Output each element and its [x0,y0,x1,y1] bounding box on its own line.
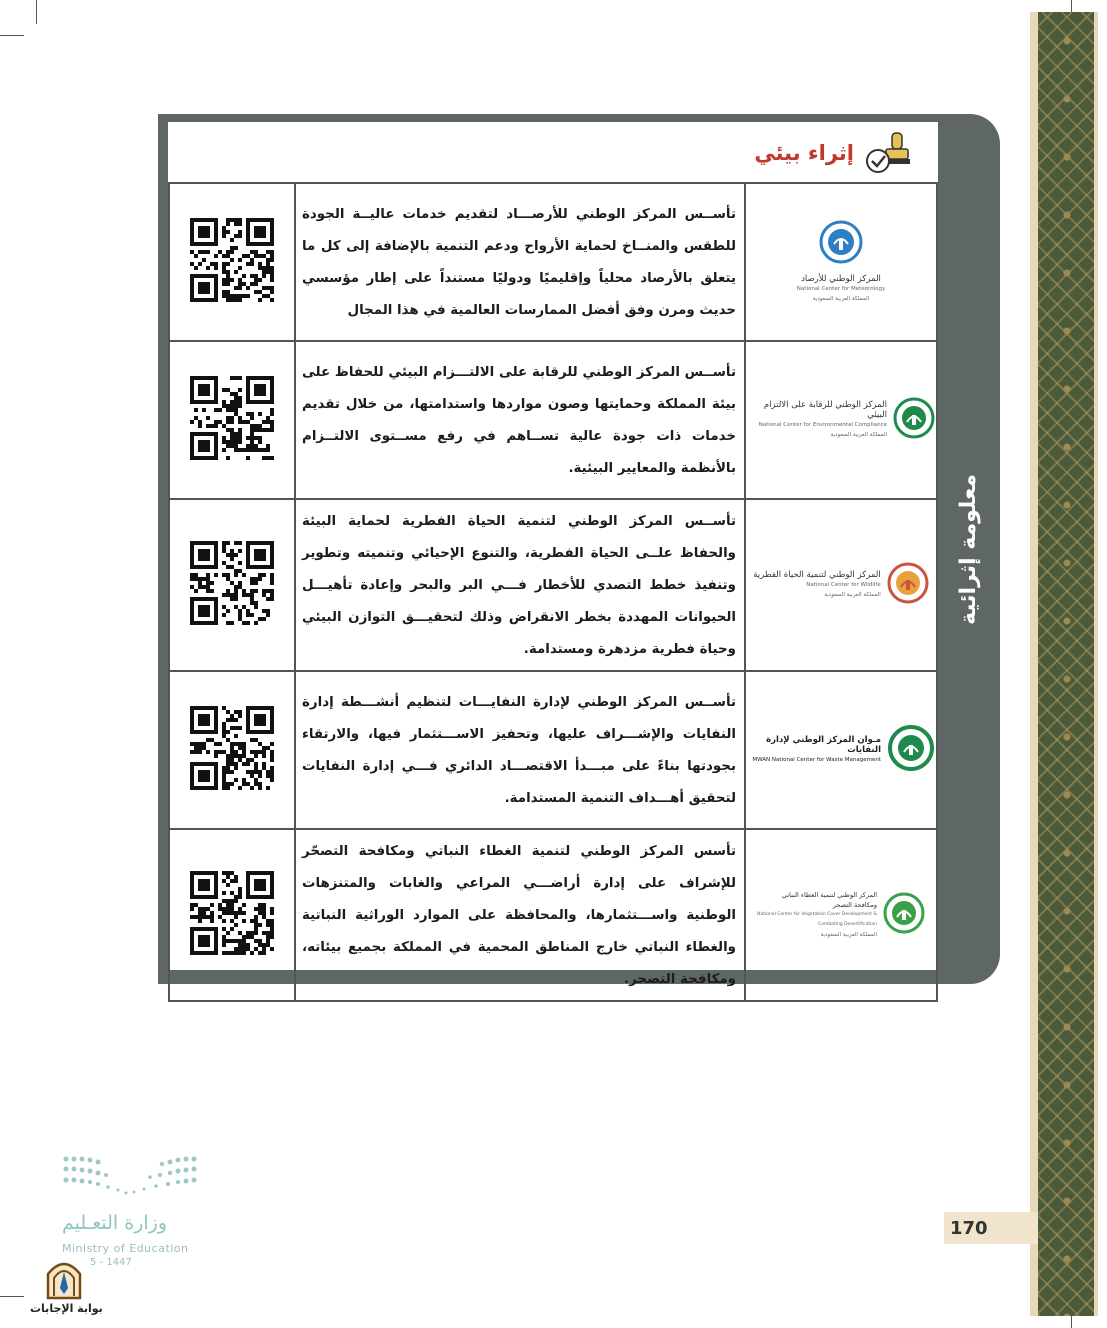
ministry-name-english: Ministry of Education [62,1242,189,1255]
qr-code-icon[interactable] [190,218,274,306]
table-row: تأســس المركز الوطني للرقابة على الالتــ… [168,340,938,500]
logo-arabic-name: المركز الوطني لتنمية الغطاء النباتي ومكا… [781,891,877,909]
logo-arabic-name: مـوان المركز الوطني لإدارة النفايات [766,735,881,755]
logo-cell: المركز الوطني للأرصاد National Center fo… [744,182,938,342]
meteorology-logo-icon [819,220,863,268]
description-cell: تأسس المركز الوطني لتنمية الغطاء النباتي… [294,828,746,1002]
description-cell: تأســس المركز الوطني لتنمية الحياة الفطر… [294,498,746,672]
section-title: إثراء بيئي [754,141,854,165]
waste-management-logo-icon [887,724,935,776]
ornamental-border [1038,12,1096,1316]
qr-cell [168,498,296,672]
crop-mark [0,35,24,36]
logo-cell: المركز الوطني للرقابة على الالتزام البيئ… [744,340,938,500]
stamp-check-icon [864,131,914,175]
side-label: معلومة إثرائية [940,470,996,630]
logo-country: المملكة العربية السعودية [820,932,877,938]
logo-cell: مـوان المركز الوطني لإدارة النفايات MWAN… [744,670,938,830]
table-row: تأســس المركز الوطني لإدارة النفايـــات … [168,670,938,830]
logo-country: المملكة العربية السعودية [812,296,870,302]
qr-code-icon[interactable] [190,376,274,464]
answers-portal-logo-icon [44,1256,84,1304]
centers-table: تأســس المركز الوطني للأرصـــاد لتقديم خ… [168,182,938,1002]
table-row: تأســس المركز الوطني لتنمية الحياة الفطر… [168,498,938,672]
qr-code-icon[interactable] [190,706,274,794]
qr-cell [168,340,296,500]
table-row: تأســس المركز الوطني للأرصـــاد لتقديم خ… [168,182,938,342]
logo-english-name: National Center for Meteorology [796,286,886,292]
table-row: تأسس المركز الوطني لتنمية الغطاء النباتي… [168,828,938,1002]
answers-portal-label[interactable]: بوابة الإجابات [30,1302,103,1315]
logo-english-name: MWAN National Center for Waste Managemen… [752,757,881,763]
border-edge [1094,12,1098,1316]
qr-code-icon[interactable] [190,871,274,959]
logo-english-name: National Center for Environmental Compli… [758,422,887,428]
logo-country: المملكة العربية السعودية [830,432,887,438]
edition-year: 5 - 1447 [90,1257,132,1268]
vegetation-cover-logo-icon [883,892,925,938]
qr-cell [168,670,296,830]
side-label-text: معلومة إثرائية [955,474,981,626]
logo-cell: المركز الوطني لتنمية الغطاء النباتي ومكا… [744,828,938,1002]
border-edge [1030,12,1038,1316]
environmental-compliance-logo-icon [893,397,935,443]
logo-arabic-name: المركز الوطني للأرصاد [801,274,881,284]
wildlife-logo-icon [887,562,929,608]
logo-country: المملكة العربية السعودية [824,592,881,598]
logo-cell: المركز الوطني لتنمية الحياة الفطرية Nati… [744,498,938,672]
logo-arabic-name: المركز الوطني للرقابة على الالتزام البيئ… [763,400,887,420]
description-cell: تأســس المركز الوطني للأرصـــاد لتقديم خ… [294,182,746,342]
logo-english-name: National Center for Wildlife [806,582,881,588]
logo-english-name: National Center for Vegetation Cover Dev… [757,912,877,927]
description-cell: تأســس المركز الوطني للرقابة على الالتــ… [294,340,746,500]
qr-cell [168,828,296,1002]
qr-code-icon[interactable] [190,541,274,629]
crop-mark [0,1296,24,1297]
description-cell: تأســس المركز الوطني لإدارة النفايـــات … [294,670,746,830]
crop-mark [36,0,37,24]
ministry-name-arabic: وزارة التعـليم [62,1212,168,1234]
ministry-logo-icon [62,1155,198,1203]
page-number: 170 [944,1212,1038,1244]
logo-arabic-name: المركز الوطني لتنمية الحياة الفطرية [753,570,881,580]
qr-cell [168,182,296,342]
section-header: إثراء بيئي [170,124,936,182]
